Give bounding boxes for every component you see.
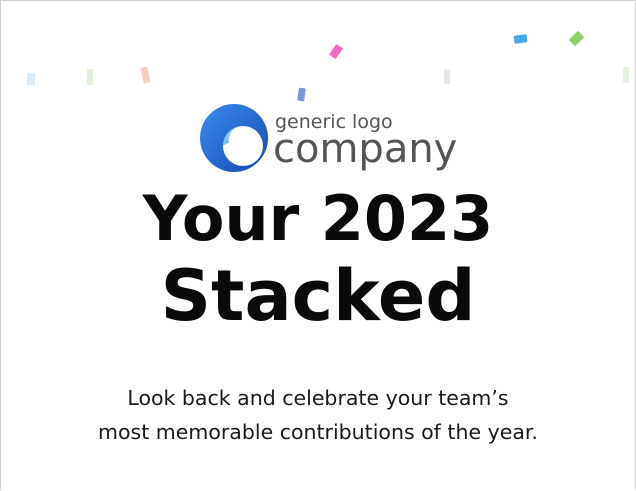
confetti-piece: [27, 73, 35, 85]
promo-card: generic logo company Your 2023 Stacked L…: [0, 0, 636, 490]
subtitle-line2: most memorable contributions of the year…: [98, 420, 538, 444]
confetti-piece: [297, 87, 306, 102]
confetti-piece: [87, 69, 93, 85]
confetti-piece: [328, 43, 344, 60]
confetti-piece: [568, 30, 585, 47]
confetti-piece: [444, 69, 450, 84]
company-logo: generic logo company: [199, 103, 489, 173]
confetti-piece: [623, 67, 629, 83]
confetti-piece: [140, 66, 151, 84]
logo-company-name: company: [273, 126, 458, 172]
company-logo-icon: [199, 103, 271, 173]
page-title-line2: Stacked: [160, 255, 476, 337]
page-title-line1: Your 2023: [142, 182, 494, 255]
confetti-piece: [513, 34, 528, 44]
subtitle-line1: Look back and celebrate your team’s: [127, 386, 509, 410]
